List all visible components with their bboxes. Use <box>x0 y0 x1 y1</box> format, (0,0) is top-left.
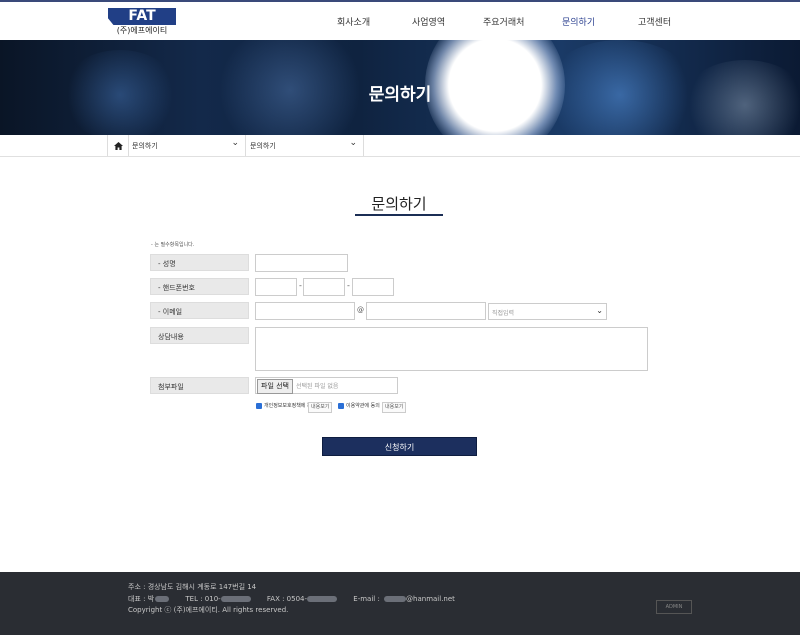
breadcrumb-select-level1[interactable]: 문의하기 ⌄ <box>127 135 246 156</box>
checkbox-checked-icon[interactable] <box>338 402 344 409</box>
banner-title: 문의하기 <box>368 85 432 105</box>
email-at-sign: @ <box>357 306 364 314</box>
checkbox-checked-icon[interactable] <box>256 402 262 409</box>
email-domain-select-value: 직접입력 <box>492 310 515 317</box>
file-label: 첨부파일 <box>150 377 249 394</box>
logo-company-name: (주)에프에이티 <box>116 26 168 35</box>
required-note: - 는 필수항목입니다. <box>151 242 195 248</box>
home-button[interactable] <box>107 135 129 156</box>
home-icon <box>113 141 123 150</box>
footer-copyright: Copyright ⓒ (주)에프에이티. All rights reserve… <box>128 606 289 614</box>
nav-item-business[interactable]: 사업영역 <box>412 15 445 28</box>
email-domain-input[interactable] <box>366 302 486 320</box>
email-label: - 이메일 <box>150 302 249 319</box>
admin-button[interactable]: ADMIN <box>656 600 692 614</box>
email-domain-select[interactable]: 직접입력 ⌄ <box>488 303 607 320</box>
name-input[interactable] <box>255 254 348 272</box>
page-title: 문의하기 <box>371 195 427 213</box>
site-header: FAT (주)에프에이티 회사소개 사업영역 주요거래처 문의하기 고객센터 <box>0 2 800 40</box>
chevron-down-icon: ⌄ <box>231 138 239 148</box>
footer-tel: TEL : 010- <box>185 595 221 603</box>
phone-input-3[interactable] <box>352 278 394 296</box>
footer-contact: 대표 : 박 TEL : 010- FAX : 0504- E-mail : @… <box>128 594 455 604</box>
nav-item-clients[interactable]: 주요거래처 <box>483 15 524 28</box>
file-select-button[interactable]: 파일 선택 <box>257 379 293 394</box>
breadcrumb-select-level2[interactable]: 문의하기 ⌄ <box>245 135 364 156</box>
nav-item-support[interactable]: 고객센터 <box>638 15 671 28</box>
phone-dash: - <box>347 281 350 290</box>
email-id-input[interactable] <box>255 302 355 320</box>
breadcrumb-level1-label: 문의하기 <box>132 142 158 150</box>
phone-dash: - <box>299 281 302 290</box>
site-footer: 주소 : 경상남도 김해시 계동로 147번길 14 대표 : 박 TEL : … <box>0 572 800 635</box>
footer-fax: FAX : 0504- <box>266 595 308 603</box>
agree-terms-label: 이용약관에 동의 <box>346 403 380 409</box>
phone-label: - 핸드폰번호 <box>150 278 249 295</box>
name-label: - 성명 <box>150 254 249 271</box>
phone-input-2[interactable] <box>303 278 345 296</box>
logo-mark: FAT <box>108 8 176 25</box>
view-privacy-button[interactable]: 내용보기 <box>308 402 333 413</box>
nav-item-inquiry[interactable]: 문의하기 <box>562 15 595 28</box>
agree-terms[interactable]: 이용약관에 동의 <box>338 402 380 409</box>
phone-input-1[interactable] <box>255 278 297 296</box>
chevron-down-icon: ⌄ <box>596 306 603 315</box>
footer-rep: 대표 : 박 <box>128 595 155 603</box>
content-textarea[interactable] <box>255 327 648 371</box>
hero-banner: 문의하기 <box>0 40 800 135</box>
breadcrumb: 문의하기 ⌄ 문의하기 ⌄ <box>0 135 800 157</box>
breadcrumb-level2-label: 문의하기 <box>250 142 276 150</box>
title-underline <box>355 214 443 216</box>
footer-email-domain: @hanmail.net <box>406 595 455 603</box>
content-label: 상담내용 <box>150 327 249 344</box>
footer-address: 주소 : 경상남도 김해시 계동로 147번길 14 <box>128 583 257 591</box>
chevron-down-icon: ⌄ <box>349 138 357 148</box>
file-placeholder: 선택된 파일 없음 <box>296 383 339 390</box>
view-terms-button[interactable]: 내용보기 <box>382 402 407 413</box>
footer-email-label: E-mail : <box>353 595 380 603</box>
file-input[interactable]: 파일 선택 선택된 파일 없음 <box>255 377 398 394</box>
logo[interactable]: FAT (주)에프에이티 <box>108 8 176 38</box>
nav-item-company[interactable]: 회사소개 <box>337 15 370 28</box>
submit-button[interactable]: 신청하기 <box>322 437 477 456</box>
